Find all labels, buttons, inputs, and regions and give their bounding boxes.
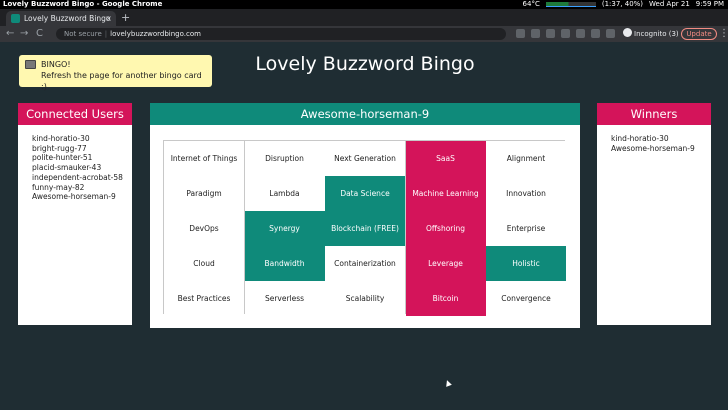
bingo-grid: Internet of Things Disruption Next Generat…	[163, 140, 566, 316]
bingo-cell[interactable]: Enterprise	[486, 211, 566, 246]
bingo-cell[interactable]: Scalability	[325, 281, 405, 316]
bingo-cell[interactable]: Blockchain (FREE)	[325, 211, 405, 246]
extension-grid-icon[interactable]	[576, 29, 585, 38]
incognito-indicator[interactable]: Incognito (3)	[623, 28, 679, 40]
user-item: funny-may-82	[32, 182, 85, 192]
extensions-puzzle-icon[interactable]	[606, 29, 615, 38]
extension-adblock-icon[interactable]	[591, 29, 600, 38]
temperature-readout: 64°C	[522, 0, 540, 8]
time-readout[interactable]: 9:59 PM	[696, 0, 724, 9]
address-bar[interactable]: Not secure | lovelybuzzwordbingo.com	[56, 28, 506, 40]
bingo-cell[interactable]: Bitcoin	[405, 281, 486, 316]
bingo-cell[interactable]: DevOps	[164, 211, 244, 246]
winner-item: kind-horatio-30	[611, 134, 669, 143]
back-icon[interactable]: ←	[6, 27, 14, 41]
extension-s-icon[interactable]	[561, 29, 570, 38]
bingo-cell[interactable]: SaaS	[405, 141, 486, 176]
connected-users-panel: Connected Users kind-horatio-30 bright-r…	[18, 103, 132, 325]
toast-message: Refresh the page for another bingo card …	[41, 71, 202, 91]
bingo-cell[interactable]: Best Practices	[164, 281, 244, 316]
user-item: bright-rugg-77	[32, 143, 87, 153]
page-content: BINGO! Refresh the page for another bing…	[0, 42, 728, 410]
favicon-icon	[11, 14, 20, 23]
browser-tab[interactable]: Lovely Buzzword Bingo ×	[6, 11, 116, 26]
bingo-cell[interactable]: Lambda	[244, 176, 325, 211]
winners-list: kind-horatio-30 Awesome-horseman-9	[597, 125, 711, 153]
winners-header: Winners	[597, 103, 711, 125]
system-tray: 64°C (1:37, 40%) Wed Apr 21 9:59 PM	[523, 0, 724, 9]
winners-panel: Winners kind-horatio-30 Awesome-horseman…	[597, 103, 711, 325]
omnibox-separator: |	[104, 30, 108, 38]
update-button[interactable]: Update	[681, 28, 717, 40]
bingo-cell[interactable]: Containerization	[325, 246, 405, 281]
new-tab-button[interactable]: +	[121, 11, 130, 24]
extensions-bar	[516, 29, 615, 38]
user-item: kind-horatio-30	[32, 134, 90, 143]
user-item: placid-smauker-43	[32, 163, 102, 173]
connected-users-list: kind-horatio-30 bright-rugg-77 polite-hu…	[18, 125, 132, 202]
date-readout[interactable]: Wed Apr 21	[649, 0, 690, 9]
incognito-icon	[623, 28, 632, 37]
connected-users-header: Connected Users	[18, 103, 132, 125]
bingo-cell[interactable]: Disruption	[244, 141, 325, 176]
bookmark-star-icon[interactable]	[516, 29, 525, 38]
cpu-meter	[545, 2, 596, 7]
bingo-cell[interactable]: Convergence	[486, 281, 566, 316]
bingo-cell[interactable]: Bandwidth	[244, 246, 325, 281]
toast-icon	[25, 60, 36, 69]
window-title: Lovely Buzzword Bingo - Google Chrome	[3, 0, 163, 8]
bingo-cell[interactable]: Synergy	[244, 211, 325, 246]
extension-mail-icon[interactable]	[546, 29, 555, 38]
os-top-bar: Lovely Buzzword Bingo - Google Chrome 64…	[0, 0, 728, 9]
user-item: independent-acrobat-58	[32, 172, 123, 182]
forward-icon[interactable]: →	[20, 27, 28, 41]
user-item: Awesome-horseman-9	[32, 192, 116, 202]
bingo-cell[interactable]: Machine Learning	[405, 176, 486, 211]
tab-title: Lovely Buzzword Bingo	[24, 14, 111, 23]
toast-title: BINGO!	[41, 60, 71, 69]
winner-item: Awesome-horseman-9	[611, 143, 695, 153]
mouse-cursor-icon	[444, 379, 452, 387]
bingo-cell[interactable]: Offshoring	[405, 211, 486, 246]
reload-icon[interactable]: C	[36, 27, 43, 41]
bingo-cell[interactable]: Leverage	[405, 246, 486, 281]
bingo-toast: BINGO! Refresh the page for another bing…	[19, 55, 212, 91]
bingo-cell[interactable]: Cloud	[164, 246, 244, 281]
bingo-cell[interactable]: Holistic	[486, 246, 566, 281]
bingo-cell[interactable]: Innovation	[486, 176, 566, 211]
battery-readout[interactable]: (1:37, 40%)	[602, 0, 643, 9]
browser-toolbar: ← → C Not secure | lovelybuzzwordbingo.com…	[0, 26, 728, 42]
close-tab-icon[interactable]: ×	[105, 11, 112, 26]
bingo-cell[interactable]: Alignment	[486, 141, 566, 176]
page-title: Lovely Buzzword Bingo	[255, 53, 475, 75]
bingo-board-panel: Awesome-horseman-9 Internet of Things Dis…	[150, 103, 580, 328]
bingo-cell[interactable]: Serverless	[244, 281, 325, 316]
incognito-label: Incognito (3)	[634, 30, 679, 38]
bingo-cell[interactable]: Paradigm	[164, 176, 244, 211]
player-name-header: Awesome-horseman-9	[150, 103, 580, 125]
url-text[interactable]: lovelybuzzwordbingo.com	[110, 30, 201, 38]
not-secure-label[interactable]: Not secure	[64, 30, 102, 38]
user-item: polite-hunter-51	[32, 153, 93, 163]
tab-strip: Lovely Buzzword Bingo × +	[0, 9, 728, 26]
chrome-menu-icon[interactable]: ⋮	[719, 27, 728, 41]
bingo-cell[interactable]: Data Science	[325, 176, 405, 211]
bingo-cell[interactable]: Next Generation	[325, 141, 405, 176]
bingo-cell[interactable]: Internet of Things	[164, 141, 244, 176]
extension-shield-icon[interactable]	[531, 29, 540, 38]
